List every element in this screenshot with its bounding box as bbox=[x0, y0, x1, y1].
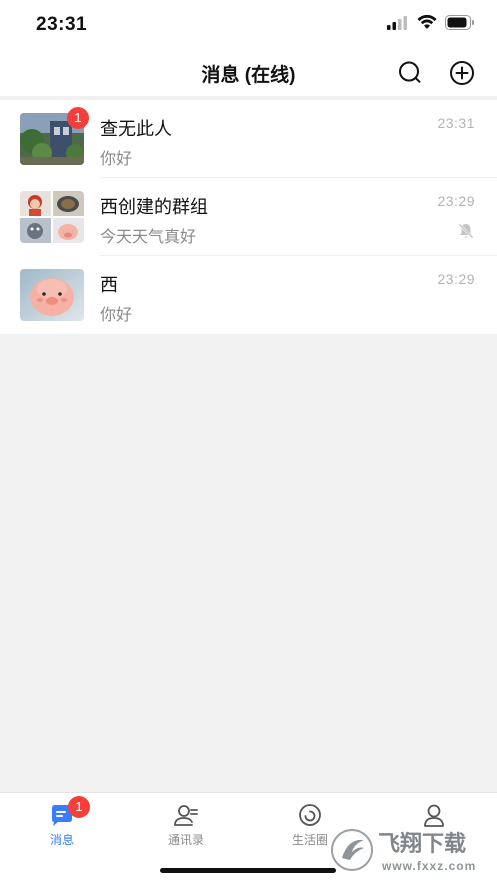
muted-bell-icon bbox=[457, 222, 475, 245]
conversation-time: 23:29 bbox=[437, 271, 475, 287]
tab-unread-badge: 1 bbox=[68, 796, 90, 818]
wifi-icon bbox=[417, 15, 437, 29]
tab-label: 消息 bbox=[49, 833, 74, 847]
conversation-name: 西 bbox=[100, 275, 118, 295]
status-time: 23:31 bbox=[36, 14, 88, 35]
conversation-item[interactable]: 1 查无此人 你好 23:31 bbox=[0, 100, 497, 178]
avatar bbox=[20, 269, 84, 321]
battery-icon bbox=[445, 15, 474, 30]
contacts-icon bbox=[174, 805, 198, 826]
status-icons bbox=[387, 15, 475, 30]
conversation-list: 1 查无此人 你好 23:31 西创建的群组 今天天气真好 23:29 西 你好… bbox=[0, 100, 497, 334]
add-circle-icon bbox=[450, 61, 474, 85]
home-indicator bbox=[160, 868, 336, 873]
nav-bar: 消息 (在线) bbox=[0, 50, 497, 96]
tab-messages[interactable]: 消息 1 bbox=[0, 796, 124, 849]
add-button[interactable] bbox=[448, 59, 476, 87]
watermark-text: 飞翔下载 bbox=[378, 831, 466, 857]
search-button[interactable] bbox=[396, 59, 424, 87]
conversation-item[interactable]: 西创建的群组 今天天气真好 23:29 bbox=[0, 178, 497, 256]
conversation-preview: 今天天气真好 bbox=[100, 229, 197, 246]
watermark-url: www.fxxz.com bbox=[381, 859, 476, 873]
conversation-time: 23:31 bbox=[437, 115, 475, 131]
conversation-preview: 你好 bbox=[100, 151, 133, 168]
conversation-item[interactable]: 西 你好 23:29 bbox=[0, 256, 497, 334]
tab-label: 通讯录 bbox=[167, 833, 204, 847]
watermark: 飞翔下载 www.fxxz.com bbox=[330, 822, 490, 878]
unread-badge: 1 bbox=[67, 107, 89, 129]
conversation-name: 西创建的群组 bbox=[100, 197, 208, 217]
tab-contacts[interactable]: 通讯录 bbox=[124, 799, 248, 849]
signal-icon bbox=[387, 15, 407, 30]
conversation-time: 23:29 bbox=[437, 193, 475, 209]
search-icon bbox=[399, 61, 421, 83]
group-avatar bbox=[20, 191, 84, 243]
conversation-name: 查无此人 bbox=[100, 119, 172, 139]
status-bar: 23:31 bbox=[0, 0, 497, 50]
conversation-preview: 你好 bbox=[100, 307, 133, 324]
moments-icon bbox=[299, 804, 321, 826]
